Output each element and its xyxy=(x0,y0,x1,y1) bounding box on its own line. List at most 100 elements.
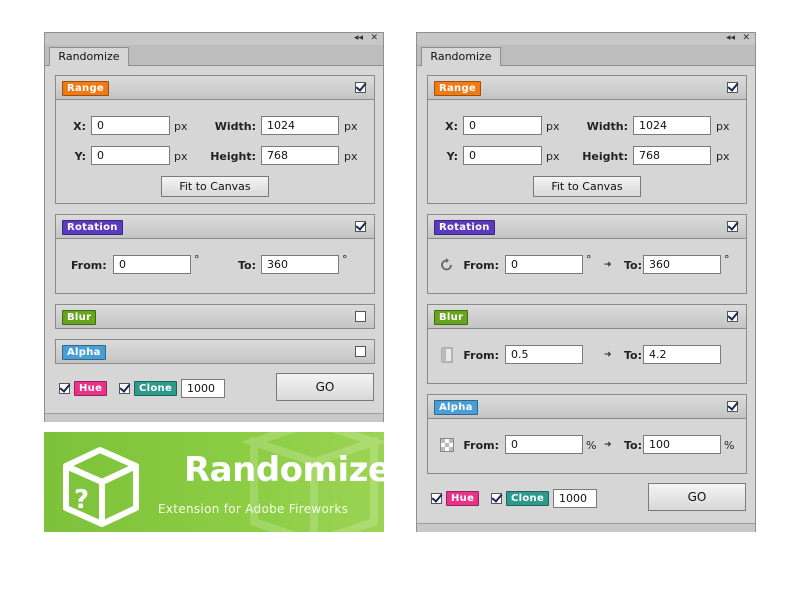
rotation-to-unit: ° xyxy=(724,253,730,266)
randomize-banner: ? Randomize Extension for Adobe Firework… xyxy=(44,432,384,532)
arrow-icon: ➜ xyxy=(604,260,612,270)
alpha-header: Alpha xyxy=(56,340,374,363)
collapse-icon[interactable]: ◂◂ xyxy=(354,32,363,44)
fit-to-canvas-button[interactable]: Fit to Canvas xyxy=(161,176,269,197)
rotation-to-input[interactable]: 360 xyxy=(261,255,339,274)
height-label: Height: xyxy=(210,150,256,163)
y-input[interactable]: 0 xyxy=(463,146,542,165)
rotation-to-input[interactable]: 360 xyxy=(643,255,721,274)
rotation-from-input[interactable]: 0 xyxy=(113,255,191,274)
clone-checkbox[interactable] xyxy=(119,383,130,394)
fit-to-canvas-button[interactable]: Fit to Canvas xyxy=(533,176,641,197)
hue-checkbox[interactable] xyxy=(431,493,442,504)
x-input[interactable]: 0 xyxy=(91,116,170,135)
alpha-checkbox[interactable] xyxy=(355,346,366,357)
close-icon[interactable]: ✕ xyxy=(742,32,750,44)
alpha-to-input[interactable]: 100 xyxy=(643,435,721,454)
x-unit: px xyxy=(546,120,560,133)
banner-subtitle: Extension for Adobe Fireworks xyxy=(158,502,349,516)
blur-badge: Blur xyxy=(434,310,469,325)
right-randomize-panel: ◂◂ ✕ Randomize Range X: 0 px Width: 1024… xyxy=(416,32,756,532)
blur-icon xyxy=(441,347,453,363)
alpha-from-input[interactable]: 0 xyxy=(505,435,583,454)
range-header: Range xyxy=(56,76,374,100)
svg-text:?: ? xyxy=(74,485,89,515)
blur-to-input[interactable]: 4.2 xyxy=(643,345,721,364)
alpha-from-label: From: xyxy=(463,439,499,452)
go-button[interactable]: GO xyxy=(276,373,374,401)
range-section: Range X: 0 px Width: 1024 px Y: 0 px Hei… xyxy=(55,75,375,204)
y-input[interactable]: 0 xyxy=(91,146,170,165)
height-label: Height: xyxy=(582,150,628,163)
width-label: Width: xyxy=(586,120,628,133)
rotation-section: Rotation From: 0 ° ➜ To: 360 ° xyxy=(427,214,747,294)
hue-checkbox[interactable] xyxy=(59,383,70,394)
range-section: Range X: 0 px Width: 1024 px Y: 0 px Hei… xyxy=(427,75,747,204)
go-button[interactable]: GO xyxy=(648,483,746,511)
tab-randomize[interactable]: Randomize xyxy=(49,47,129,66)
rotation-checkbox[interactable] xyxy=(727,221,738,232)
range-checkbox[interactable] xyxy=(355,82,366,93)
question-cube-icon: ? xyxy=(63,447,139,527)
clone-count-input[interactable]: 1000 xyxy=(181,379,225,398)
left-randomize-panel: ◂◂ ✕ Randomize Range X: 0 px Width: 1024… xyxy=(44,32,384,422)
clone-badge: Clone xyxy=(506,491,550,506)
tab-randomize[interactable]: Randomize xyxy=(421,47,501,66)
x-input[interactable]: 0 xyxy=(463,116,542,135)
blur-to-label: To: xyxy=(624,349,642,362)
blur-checkbox[interactable] xyxy=(727,311,738,322)
y-unit: px xyxy=(546,150,560,163)
width-input[interactable]: 1024 xyxy=(633,116,711,135)
tab-strip: Randomize xyxy=(45,45,383,66)
y-label: Y: xyxy=(74,150,86,163)
range-header: Range xyxy=(428,76,746,100)
blur-header: Blur xyxy=(428,305,746,329)
rotation-section: Rotation From: 0 ° To: 360 ° xyxy=(55,214,375,294)
width-input[interactable]: 1024 xyxy=(261,116,339,135)
clone-badge: Clone xyxy=(134,381,178,396)
rotation-from-input[interactable]: 0 xyxy=(505,255,583,274)
height-input[interactable]: 768 xyxy=(633,146,711,165)
blur-header: Blur xyxy=(56,305,374,328)
clone-count-input[interactable]: 1000 xyxy=(553,489,597,508)
rotate-icon xyxy=(441,258,452,271)
range-badge: Range xyxy=(434,81,482,96)
rotation-to-label: To: xyxy=(238,259,256,272)
height-input[interactable]: 768 xyxy=(261,146,339,165)
alpha-section: Alpha xyxy=(55,339,375,364)
blur-checkbox[interactable] xyxy=(355,311,366,322)
x-label: X: xyxy=(445,120,458,133)
panel-bottom-bar xyxy=(45,413,383,422)
rotation-from-label: From: xyxy=(463,259,499,272)
close-icon[interactable]: ✕ xyxy=(370,32,378,44)
collapse-icon[interactable]: ◂◂ xyxy=(726,32,735,44)
y-unit: px xyxy=(174,150,188,163)
hue-badge: Hue xyxy=(446,491,480,506)
alpha-to-label: To: xyxy=(624,439,642,452)
blur-section: Blur From: 0.5 ➜ To: 4.2 xyxy=(427,304,747,384)
y-label: Y: xyxy=(446,150,458,163)
alpha-checkbox[interactable] xyxy=(727,401,738,412)
rotation-to-label: To: xyxy=(624,259,642,272)
alpha-badge: Alpha xyxy=(434,400,478,415)
width-unit: px xyxy=(716,120,730,133)
rotation-to-unit: ° xyxy=(342,253,348,266)
rotation-checkbox[interactable] xyxy=(355,221,366,232)
rotation-header: Rotation xyxy=(428,215,746,239)
blur-from-input[interactable]: 0.5 xyxy=(505,345,583,364)
x-label: X: xyxy=(73,120,86,133)
range-checkbox[interactable] xyxy=(727,82,738,93)
alpha-to-unit: % xyxy=(724,439,735,452)
alpha-from-unit: % xyxy=(586,439,597,452)
rotation-badge: Rotation xyxy=(434,220,495,235)
arrow-icon: ➜ xyxy=(604,350,612,360)
blur-section: Blur xyxy=(55,304,375,329)
rotation-badge: Rotation xyxy=(62,220,123,235)
clone-checkbox[interactable] xyxy=(491,493,502,504)
width-label: Width: xyxy=(214,120,256,133)
height-unit: px xyxy=(344,150,358,163)
transparency-icon xyxy=(440,438,454,452)
height-unit: px xyxy=(716,150,730,163)
blur-badge: Blur xyxy=(62,310,97,325)
width-unit: px xyxy=(344,120,358,133)
